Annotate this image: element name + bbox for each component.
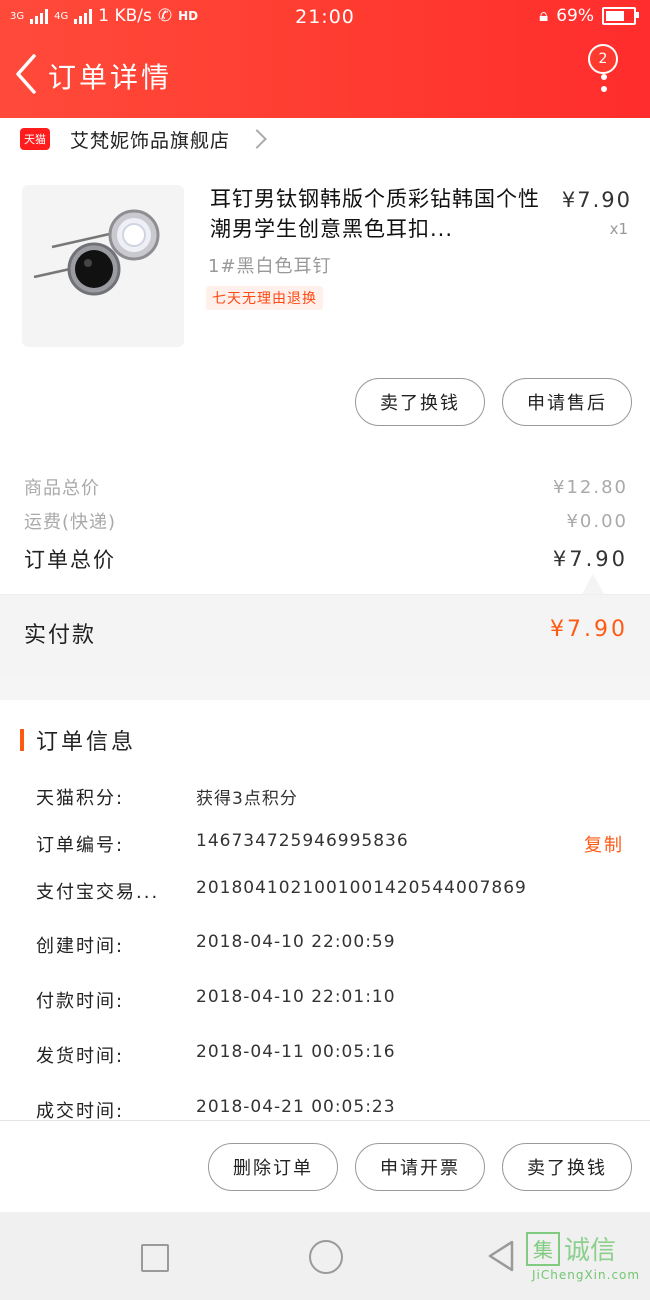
- info-label: 发货时间:: [36, 1046, 125, 1067]
- nav-back-icon[interactable]: [486, 1240, 516, 1272]
- back-button[interactable]: [8, 52, 44, 96]
- copy-button[interactable]: 复制: [584, 831, 624, 857]
- watermark-text: 诚信: [564, 1236, 617, 1266]
- more-dot-icon: [601, 74, 607, 80]
- product-price: ¥7.90: [561, 188, 632, 212]
- after-sale-button[interactable]: 申请售后: [502, 378, 632, 426]
- paid-amount-box: 实付款 ¥7.90: [0, 594, 650, 677]
- price-summary: 商品总价 ¥12.80 运费(快递) ¥0.00 订单总价 ¥7.90: [0, 448, 650, 594]
- earring-image: [33, 209, 160, 296]
- status-bar: 3G 4G 1 KB/s ✆ HD 21:00 🔒︎ 69%: [0, 0, 650, 34]
- product-title[interactable]: 耳钉男钛钢韩版个质彩钻韩国个性潮男学生创意黑色耳扣...: [210, 184, 540, 244]
- info-value: 2018-04-10 22:01:10: [196, 987, 396, 1007]
- message-badge: 2: [588, 44, 618, 74]
- caret-up-icon: [582, 574, 604, 594]
- product-image[interactable]: [22, 185, 184, 347]
- tmall-icon: 天猫: [20, 128, 50, 150]
- more-menu-button[interactable]: 2: [586, 44, 626, 100]
- product-quantity: x1: [609, 220, 628, 238]
- order-info-title: 订单信息: [36, 730, 137, 755]
- section-accent-bar: [20, 729, 24, 751]
- info-row: 发货时间: 2018-04-11 00:05:16: [36, 1042, 630, 1072]
- store-row[interactable]: 天猫 艾梵妮饰品旗舰店: [20, 124, 267, 154]
- header: 3G 4G 1 KB/s ✆ HD 21:00 🔒︎ 69% 订单详情 2: [0, 0, 650, 118]
- order-info-section: 订单信息 天猫积分: 获得3点积分 订单编号: 1467347259469958…: [0, 700, 650, 1120]
- info-row: 付款时间: 2018-04-10 22:01:10: [36, 987, 630, 1017]
- recent-apps-icon[interactable]: [141, 1244, 169, 1272]
- product-card: 天猫 艾梵妮饰品旗舰店 耳钉男钛钢韩版个质彩钻韩国个性潮男学生创意黑色耳扣...…: [0, 118, 650, 448]
- info-label: 付款时间:: [36, 991, 125, 1012]
- goods-total-value: ¥12.80: [553, 476, 628, 498]
- battery-percent: 69%: [556, 6, 594, 26]
- store-name: 艾梵妮饰品旗舰店: [70, 129, 231, 152]
- info-value: 2018041021001001420544007869: [196, 878, 527, 898]
- sell-for-cash-button-bottom[interactable]: 卖了换钱: [502, 1143, 632, 1191]
- goods-total-label: 商品总价: [24, 478, 100, 499]
- shipping-label: 运费(快递): [24, 512, 117, 533]
- rotation-lock-icon: 🔒︎: [539, 6, 549, 26]
- watermark-url: JiChengXin.com: [532, 1268, 641, 1282]
- info-label: 天猫积分:: [36, 788, 125, 809]
- request-invoice-button[interactable]: 申请开票: [355, 1143, 485, 1191]
- info-label: 创建时间:: [36, 936, 125, 957]
- bottom-action-bar: 删除订单 申请开票 卖了换钱: [0, 1120, 650, 1213]
- watermark-logo: 集 诚信 JiChengXin.com: [526, 1230, 646, 1296]
- more-dot-icon: [601, 86, 607, 92]
- sell-for-cash-button[interactable]: 卖了换钱: [355, 378, 485, 426]
- info-label: 支付宝交易...: [36, 882, 160, 903]
- info-row: 成交时间: 2018-04-21 00:05:23: [36, 1097, 630, 1120]
- battery-icon: [602, 7, 639, 25]
- info-value: 获得3点积分: [196, 789, 298, 809]
- order-total-value: ¥7.90: [552, 547, 628, 571]
- info-row: 订单编号: 146734725946995836 复制: [36, 831, 630, 861]
- info-value: 2018-04-21 00:05:23: [196, 1097, 396, 1117]
- watermark-box: 集: [526, 1231, 560, 1266]
- info-value: 2018-04-10 22:00:59: [196, 932, 396, 952]
- chevron-right-icon: [247, 129, 267, 149]
- system-nav-bar: 集 诚信 JiChengXin.com: [0, 1212, 650, 1300]
- info-label: 成交时间:: [36, 1101, 125, 1120]
- order-number-value: 146734725946995836: [196, 831, 409, 851]
- return-policy-tag: 七天无理由退换: [206, 286, 323, 310]
- page-title: 订单详情: [48, 61, 173, 94]
- paid-value: ¥7.90: [550, 617, 628, 642]
- order-total-label: 订单总价: [24, 548, 116, 572]
- back-chevron-icon: [16, 54, 36, 94]
- info-label: 订单编号:: [36, 835, 125, 856]
- product-sku: 1#黑白色耳钉: [208, 256, 332, 277]
- info-row: 创建时间: 2018-04-10 22:00:59: [36, 932, 630, 962]
- delete-order-button[interactable]: 删除订单: [208, 1143, 338, 1191]
- info-value: 2018-04-11 00:05:16: [196, 1042, 396, 1062]
- shipping-value: ¥0.00: [566, 510, 628, 532]
- paid-label: 实付款: [24, 623, 97, 648]
- info-row: 天猫积分: 获得3点积分: [36, 784, 630, 814]
- home-icon[interactable]: [309, 1240, 343, 1274]
- info-row: 支付宝交易... 2018041021001001420544007869: [36, 878, 630, 908]
- title-bar: 订单详情 2: [0, 44, 650, 108]
